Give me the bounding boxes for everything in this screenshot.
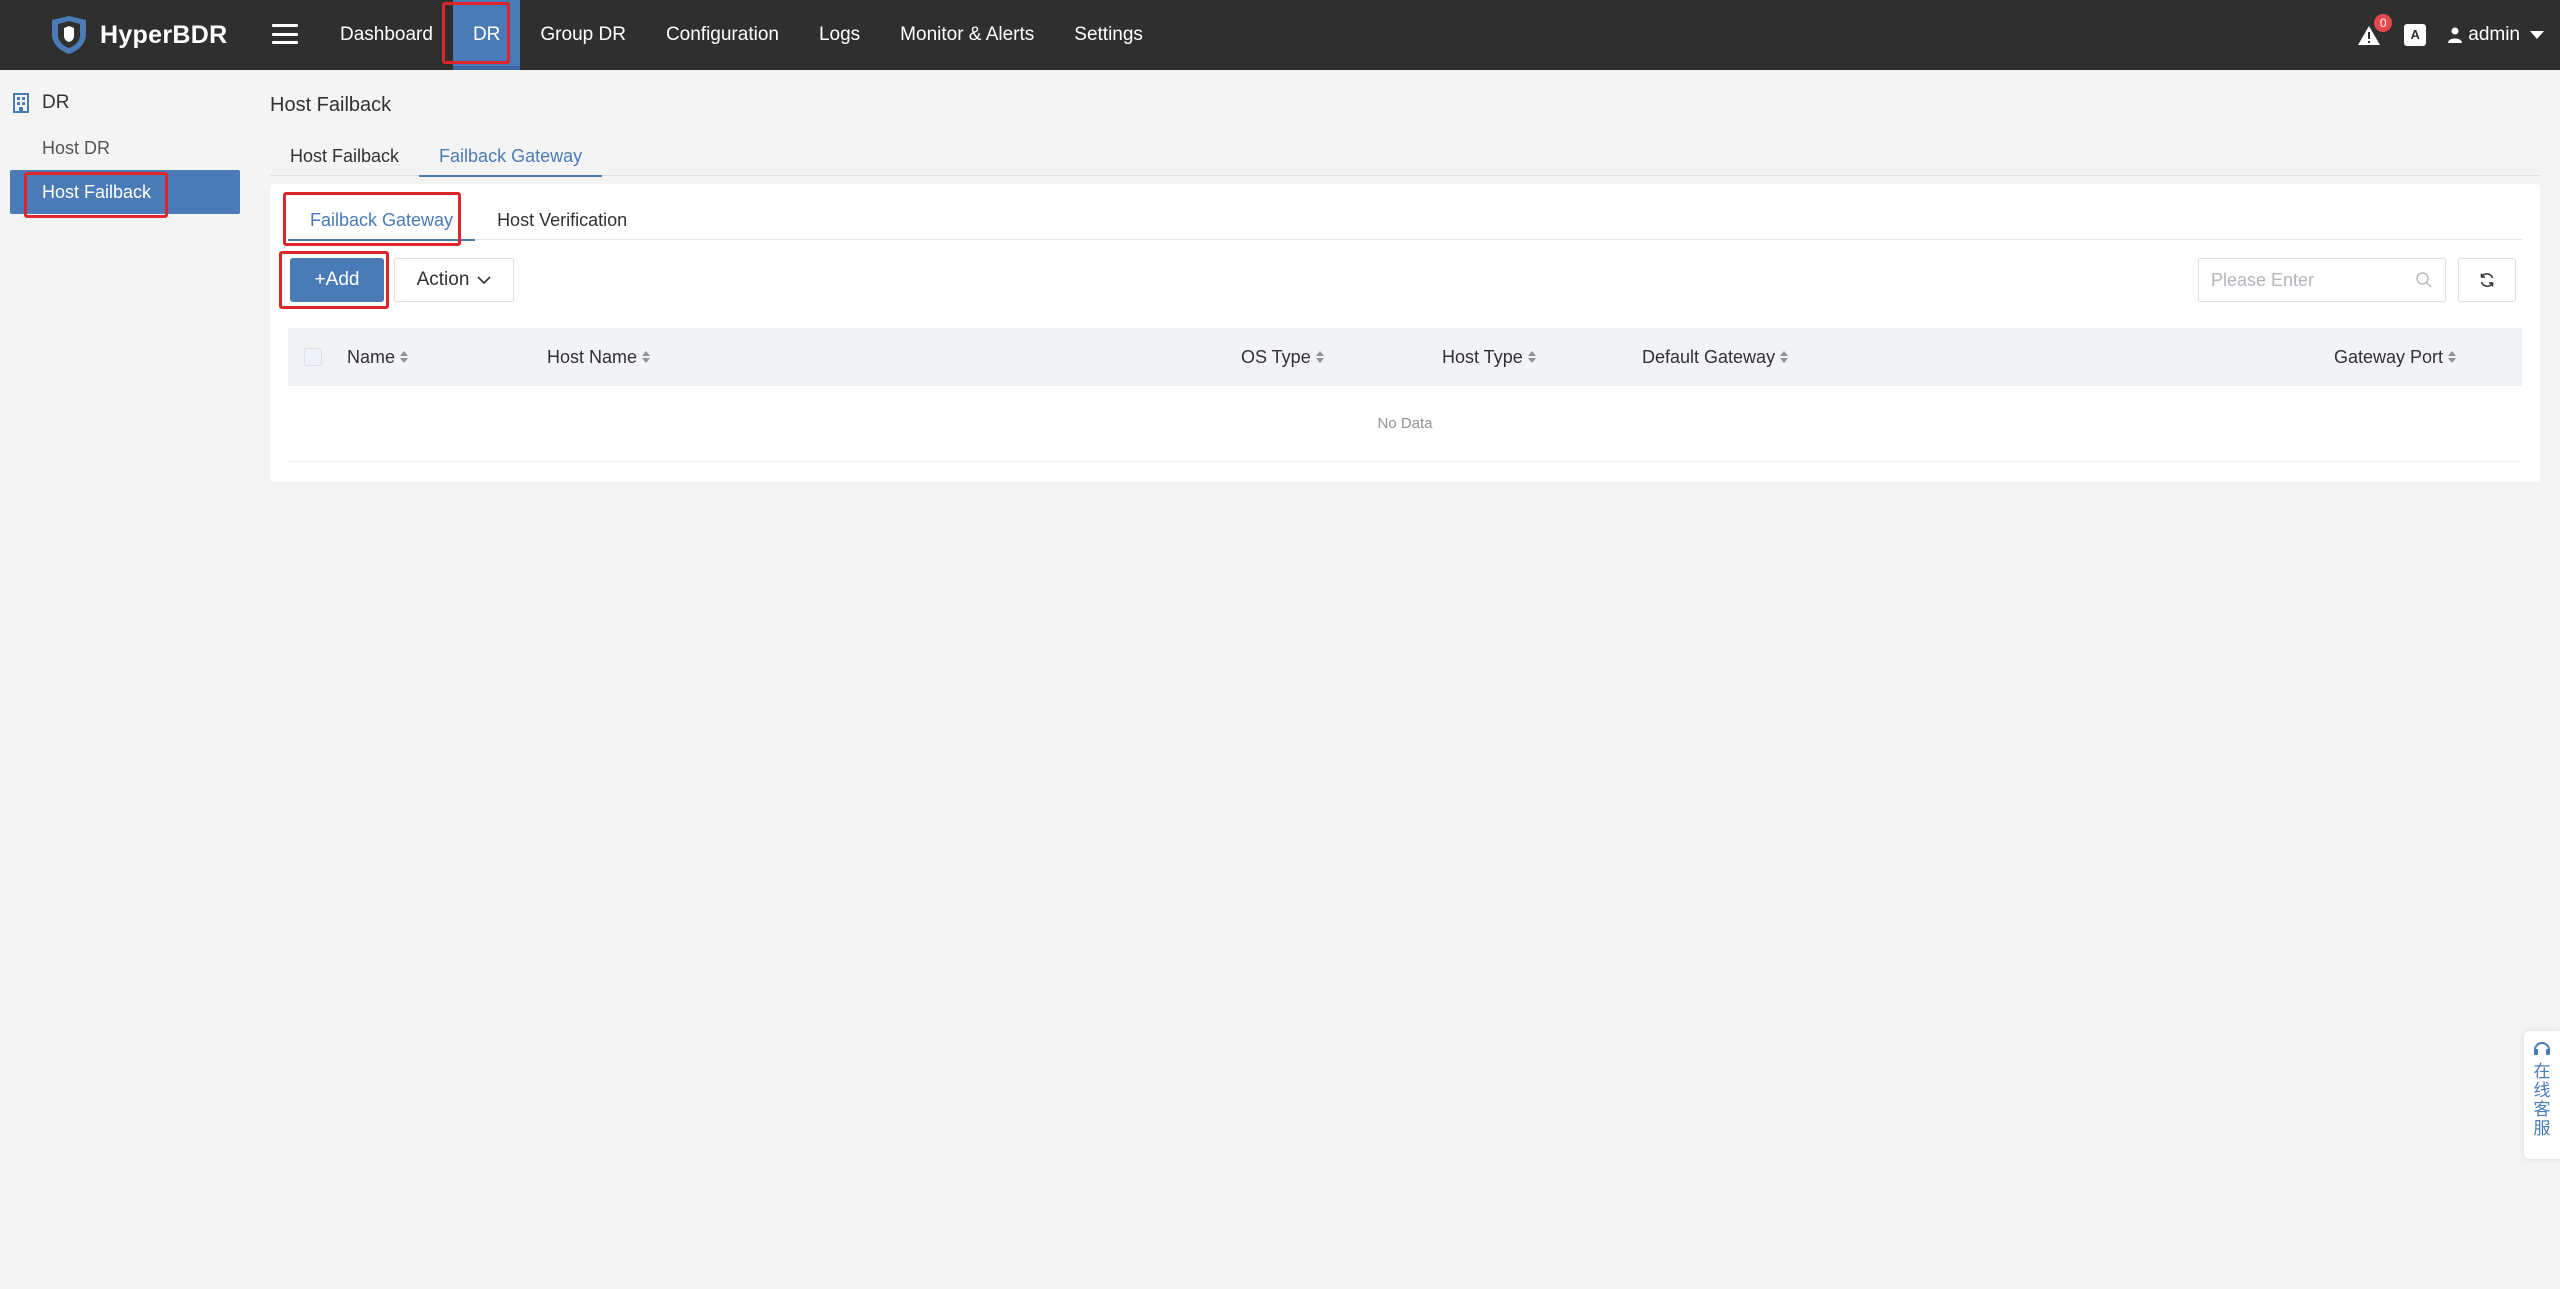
gateway-table: Name Host Name OS Type Host Type Default…: [288, 328, 2522, 462]
sidebar-section-dr[interactable]: DR: [12, 92, 69, 114]
nav-dr[interactable]: DR: [452, 0, 521, 70]
refresh-button[interactable]: [2458, 258, 2516, 302]
col-host-name-label: Host Name: [547, 347, 638, 367]
user-icon: [2448, 27, 2463, 43]
col-host-type-label: Host Type: [1442, 347, 1523, 367]
tab-host-failback[interactable]: Host Failback: [270, 136, 419, 176]
sort-icon[interactable]: [2448, 351, 2457, 363]
col-host-type[interactable]: Host Type: [1442, 328, 1536, 386]
col-name-label: Name: [347, 347, 396, 367]
shield-logo-icon: [52, 16, 86, 54]
alert-count-badge: 0: [2374, 14, 2393, 32]
nav-settings[interactable]: Settings: [1054, 0, 1163, 70]
action-label: Action: [416, 269, 470, 290]
online-service-label: 在线客服: [2533, 1062, 2551, 1139]
col-os-type[interactable]: OS Type: [1241, 328, 1324, 386]
alerts-button[interactable]: 0: [2354, 14, 2393, 50]
brand-logo[interactable]: HyperBDR: [48, 14, 227, 56]
content-card: Failback Gateway Host Verification +Add …: [270, 184, 2540, 482]
sidebar-section-label: DR: [42, 92, 70, 113]
page-title: Host Failback: [270, 94, 392, 116]
inner-tabs: Failback Gateway Host Verification: [288, 200, 2522, 241]
building-icon: [13, 93, 29, 113]
topbar-right: 0 A admin: [2354, 0, 2544, 70]
sidebar-item-host-failback[interactable]: Host Failback: [10, 170, 240, 214]
top-navbar: HyperBDR Dashboard DR Group DR Configura…: [0, 0, 2560, 70]
search-box: [2198, 258, 2446, 302]
sort-icon[interactable]: [1780, 351, 1789, 363]
col-os-type-label: OS Type: [1241, 347, 1311, 367]
headset-icon: [2534, 1042, 2550, 1055]
sort-icon[interactable]: [1315, 351, 1324, 363]
chevron-down-icon: [477, 276, 491, 285]
nav-configuration[interactable]: Configuration: [646, 0, 799, 70]
col-gateway-port-label: Gateway Port: [2334, 347, 2444, 367]
col-default-gateway[interactable]: Default Gateway: [1642, 328, 1789, 386]
add-button[interactable]: +Add: [290, 258, 384, 302]
select-all-checkbox[interactable]: [304, 348, 322, 366]
brand-name: HyperBDR: [100, 20, 228, 49]
language-icon[interactable]: A: [2404, 24, 2427, 46]
user-name: admin: [2468, 24, 2520, 45]
col-name[interactable]: Name: [347, 328, 409, 386]
refresh-icon: [2480, 273, 2494, 287]
col-gateway-port[interactable]: Gateway Port: [2334, 328, 2457, 386]
sidebar-item-host-dr[interactable]: Host DR: [10, 126, 240, 170]
subtab-host-verification[interactable]: Host Verification: [475, 200, 649, 240]
caret-down-icon: [2530, 31, 2544, 39]
sort-icon[interactable]: [400, 351, 409, 363]
table-header: Name Host Name OS Type Host Type Default…: [288, 328, 2522, 386]
sort-icon[interactable]: [642, 351, 651, 363]
tab-failback-gateway[interactable]: Failback Gateway: [419, 136, 603, 177]
nav-dashboard[interactable]: Dashboard: [320, 0, 453, 70]
search-input[interactable]: [2211, 269, 2411, 291]
nav-group-dr[interactable]: Group DR: [520, 0, 646, 70]
menu-toggle-icon[interactable]: [272, 21, 298, 47]
main-nav: Dashboard DR Group DR Configuration Logs…: [320, 0, 1163, 70]
subtab-failback-gateway[interactable]: Failback Gateway: [288, 200, 476, 241]
col-host-name[interactable]: Host Name: [547, 328, 651, 386]
action-dropdown[interactable]: Action: [394, 258, 514, 302]
nav-monitor-alerts[interactable]: Monitor & Alerts: [880, 0, 1054, 70]
outer-tabs: Host Failback Failback Gateway: [270, 136, 2540, 177]
col-default-gateway-label: Default Gateway: [1642, 347, 1776, 367]
online-service-widget[interactable]: 在线客服: [2523, 1030, 2560, 1160]
sort-icon[interactable]: [1527, 351, 1536, 363]
table-empty-state: No Data: [288, 386, 2522, 462]
user-menu[interactable]: admin: [2448, 24, 2544, 46]
sidebar: DR Host DR Host Failback: [0, 70, 252, 1289]
nav-logs[interactable]: Logs: [799, 0, 880, 70]
search-icon[interactable]: [2415, 271, 2433, 289]
